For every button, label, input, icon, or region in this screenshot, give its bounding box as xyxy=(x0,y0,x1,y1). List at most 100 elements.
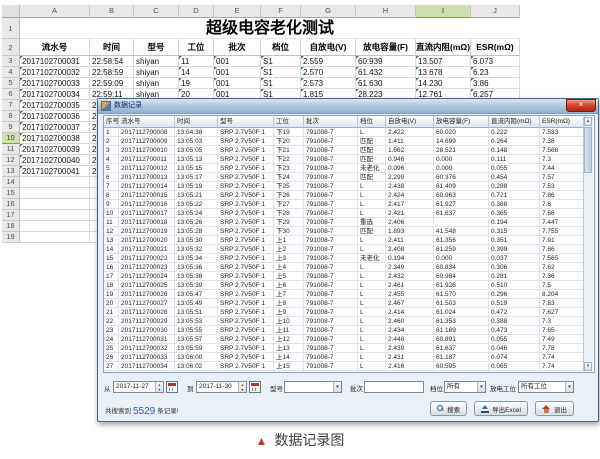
excel-cell[interactable]: 14.230 xyxy=(416,78,471,89)
excel-cell[interactable]: 19 xyxy=(179,78,214,89)
table-row[interactable]: 28201711270003513:06:04SRP 2.7V50F 1上167… xyxy=(104,371,594,373)
excel-cell[interactable]: 6.073 xyxy=(471,56,520,67)
table-row[interactable]: 10201711270001713:05:24SRP 2.7V50F 1下287… xyxy=(104,209,594,218)
to-date-input[interactable]: 2017-11-30 ▴▾ xyxy=(196,381,247,393)
dropdown-arrow-icon[interactable]: ▾ xyxy=(333,382,341,392)
excel-column-header-D[interactable]: D xyxy=(179,5,214,18)
excel-row-number[interactable]: 8 xyxy=(2,111,20,122)
exit-button[interactable]: 退出 xyxy=(535,401,574,416)
excel-row-number[interactable]: 15 xyxy=(2,188,20,199)
excel-cell[interactable]: 2.570 xyxy=(301,67,356,78)
excel-row-number[interactable]: 6 xyxy=(2,89,20,100)
excel-cell[interactable]: 2017102700040 xyxy=(20,155,90,166)
excel-column-header-B[interactable]: B xyxy=(90,5,134,18)
excel-row-number[interactable]: 12 xyxy=(2,155,20,166)
table-row[interactable]: 26201711270003313:06:00SRP 2.7V50F 1上147… xyxy=(104,353,594,362)
excel-column-header-E[interactable]: E xyxy=(214,5,261,18)
grade-select[interactable]: 所有 ▾ xyxy=(444,381,486,393)
records-column-header[interactable]: 档位 xyxy=(358,116,386,128)
excel-row-number[interactable]: 2 xyxy=(2,39,20,56)
excel-cell[interactable]: 61.630 xyxy=(356,78,416,89)
excel-cell[interactable]: 14 xyxy=(179,67,214,78)
scroll-up-icon[interactable]: ▴ xyxy=(584,117,592,126)
excel-cell[interactable]: 22:59:09 xyxy=(90,78,134,89)
excel-row-number[interactable]: 5 xyxy=(2,78,20,89)
table-row[interactable]: 7201711270001413:05:19SRP 2.7V50F 1下2579… xyxy=(104,182,594,191)
excel-cell[interactable] xyxy=(20,188,90,199)
table-row[interactable]: 13201711270002013:05:30SRP 2.7V50F 1上179… xyxy=(104,236,594,245)
excel-column-header-A[interactable]: A xyxy=(20,5,90,18)
table-row[interactable]: 17201711270002413:05:38SRP 2.7V50F 1上579… xyxy=(104,272,594,281)
table-row[interactable]: 6201711270001313:05:17SRP 2.7V50F 1下2479… xyxy=(104,173,594,182)
excel-cell[interactable]: 2.573 xyxy=(301,78,356,89)
date-spinner-icon[interactable]: ▴▾ xyxy=(238,382,246,392)
excel-column-header-G[interactable]: G xyxy=(301,5,356,18)
dropdown-arrow-icon[interactable]: ▾ xyxy=(477,382,485,392)
excel-cell[interactable]: 2017102700038 xyxy=(20,133,90,144)
model-select[interactable]: ▾ xyxy=(284,381,342,393)
table-row[interactable]: 5201711270001213:05:15SRP 2.7V50F 1下2379… xyxy=(104,164,594,173)
excel-cell[interactable]: 2017102700035 xyxy=(20,100,90,111)
excel-column-header-I[interactable]: I xyxy=(416,5,471,18)
excel-cell[interactable]: 2017102700041 xyxy=(20,166,90,177)
dialog-titlebar[interactable]: 数据记录 × xyxy=(98,99,598,114)
records-column-header[interactable]: 批次 xyxy=(304,116,358,128)
table-row[interactable]: 21201711270002813:05:51SRP 2.7V50F 1上979… xyxy=(104,308,594,317)
excel-column-header-C[interactable]: C xyxy=(134,5,179,18)
excel-cell[interactable]: 2017102700032 xyxy=(20,67,90,78)
excel-row-number[interactable]: 10 xyxy=(2,133,20,144)
excel-row-number[interactable]: 18 xyxy=(2,221,20,232)
table-row[interactable]: 3201711270001013:05:05SRP 2.7V50F 1下2179… xyxy=(104,146,594,155)
station-select[interactable]: 所有工位 ▾ xyxy=(518,381,574,393)
excel-cell[interactable]: 001 xyxy=(214,67,261,78)
table-row[interactable]: 1201711270000813:04:38SRP 2.7V50F 1下1979… xyxy=(104,128,594,137)
table-row[interactable]: 16201711270002313:05:36SRP 2.7V50F 1上479… xyxy=(104,263,594,272)
close-button[interactable]: × xyxy=(566,99,596,112)
scrollbar-thumb[interactable] xyxy=(584,127,592,173)
table-row[interactable]: 12201711270001913:05:28SRP 2.7V50F 1下307… xyxy=(104,227,594,236)
table-row[interactable]: 24201711270003113:05:57SRP 2.7V50F 1上127… xyxy=(104,335,594,344)
table-row[interactable]: 8201711270001513:05:21SRP 2.7V50F 1下2679… xyxy=(104,191,594,200)
table-row[interactable]: 4201711270001113:05:13SRP 2.7V50F 1下2279… xyxy=(104,155,594,164)
excel-cell[interactable]: 6.23 xyxy=(471,67,520,78)
table-row[interactable]: 25201711270003213:05:59SRP 2.7V50F 1上137… xyxy=(104,344,594,353)
table-row[interactable]: 20201711270002713:05:49SRP 2.7V50F 1上879… xyxy=(104,299,594,308)
table-row[interactable]: 27201711270003413:06:02SRP 2.7V50F 1上157… xyxy=(104,362,594,371)
table-row[interactable]: 11201711270001813:05:26SRP 2.7V50F 1下297… xyxy=(104,218,594,227)
excel-cell[interactable]: 13.507 xyxy=(416,56,471,67)
excel-row-number[interactable]: 4 xyxy=(2,67,20,78)
table-row[interactable]: 9201711270001613:05:22SRP 2.7V50F 1下2779… xyxy=(104,200,594,209)
scroll-down-icon[interactable]: ▾ xyxy=(584,362,592,371)
excel-row-number[interactable]: 16 xyxy=(2,199,20,210)
excel-cell[interactable]: 2017102700039 xyxy=(20,144,90,155)
excel-row-number[interactable]: 1 xyxy=(2,18,20,39)
excel-row-number[interactable]: 14 xyxy=(2,177,20,188)
records-column-header[interactable]: 时间 xyxy=(175,116,218,128)
records-column-header[interactable]: 型号 xyxy=(218,116,274,128)
from-calendar-icon[interactable] xyxy=(166,381,178,393)
excel-cell[interactable]: shiyan xyxy=(134,67,179,78)
records-column-header[interactable]: 直流内阻(mΩ) xyxy=(489,116,540,128)
excel-cell[interactable]: 2.559 xyxy=(301,56,356,67)
excel-cell[interactable] xyxy=(20,221,90,232)
excel-row-number[interactable]: 11 xyxy=(2,144,20,155)
excel-cell[interactable]: 2017102700034 xyxy=(20,89,90,100)
excel-row-number[interactable]: 17 xyxy=(2,210,20,221)
table-row[interactable]: 18201711270002513:05:39SRP 2.7V50F 1上679… xyxy=(104,281,594,290)
search-button[interactable]: 搜索 xyxy=(430,401,467,416)
table-row[interactable]: 15201711270002213:05:34SRP 2.7V50F 1上379… xyxy=(104,254,594,263)
excel-cell[interactable]: 22:58:59 xyxy=(90,67,134,78)
table-row[interactable]: 22201711270002913:05:53SRP 2.7V50F 1上107… xyxy=(104,317,594,326)
export-excel-button[interactable]: 导出Excel xyxy=(474,401,528,416)
excel-cell[interactable]: 2017102700036 xyxy=(20,111,90,122)
excel-cell[interactable]: 3.86 xyxy=(471,78,520,89)
to-calendar-icon[interactable] xyxy=(249,381,261,393)
records-column-header[interactable]: 放电容量(F) xyxy=(434,116,489,128)
from-date-input[interactable]: 2017-11-27 ▴▾ xyxy=(113,381,164,393)
excel-row-number[interactable]: 7 xyxy=(2,100,20,111)
select-all-corner[interactable] xyxy=(2,5,20,18)
excel-cell[interactable] xyxy=(20,199,90,210)
table-row[interactable]: 14201711270002113:05:32SRP 2.7V50F 1上279… xyxy=(104,245,594,254)
excel-row-number[interactable]: 13 xyxy=(2,166,20,177)
table-row[interactable]: 23201711270003013:05:55SRP 2.7V50F 1上117… xyxy=(104,326,594,335)
